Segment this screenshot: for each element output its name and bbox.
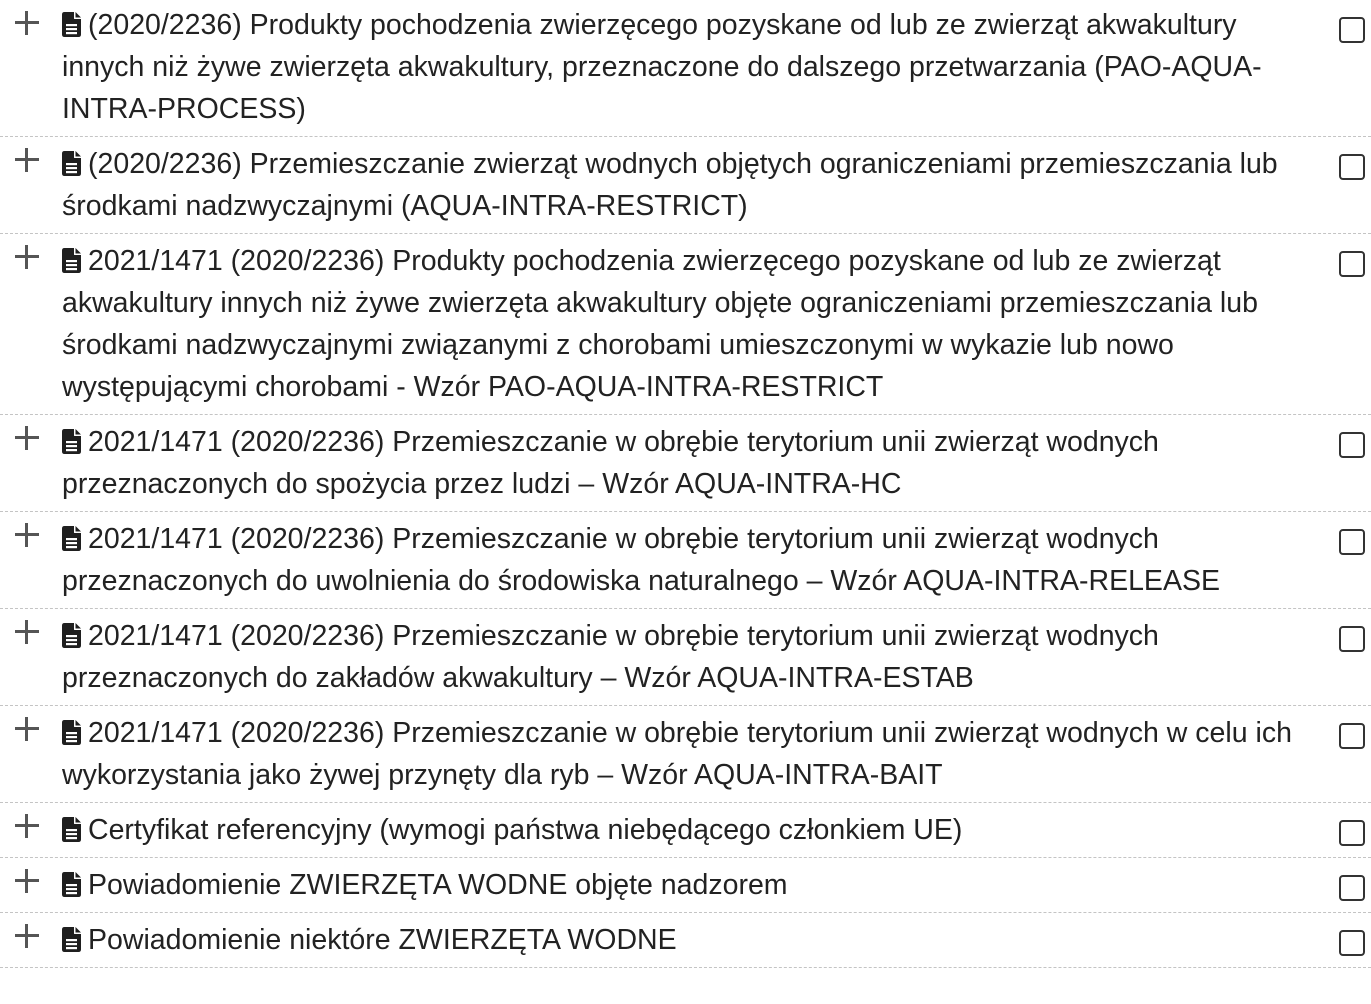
row-checkbox[interactable] (1339, 723, 1365, 749)
file-text-icon (62, 720, 81, 745)
plus-icon[interactable] (12, 714, 42, 744)
row-label: 2021/1471 (2020/2236) Przemieszczanie w … (62, 620, 1159, 694)
file-text-icon (62, 248, 81, 273)
plus-icon[interactable] (12, 242, 42, 272)
tree-row: (2020/2236) Przemieszczanie zwierząt wod… (0, 137, 1371, 234)
row-label: Powiadomienie ZWIERZĘTA WODNE objęte nad… (88, 869, 788, 901)
row-checkbox[interactable] (1339, 875, 1365, 901)
row-checkbox[interactable] (1339, 626, 1365, 652)
row-checkbox[interactable] (1339, 154, 1365, 180)
plus-icon[interactable] (12, 423, 42, 453)
file-text-icon (62, 12, 81, 37)
file-text-icon (62, 526, 81, 551)
row-label: 2021/1471 (2020/2236) Produkty pochodzen… (62, 245, 1258, 403)
plus-icon[interactable] (12, 811, 42, 841)
plus-icon[interactable] (12, 866, 42, 896)
file-text-icon (62, 151, 81, 176)
row-label: 2021/1471 (2020/2236) Przemieszczanie w … (62, 426, 1159, 500)
plus-icon[interactable] (12, 617, 42, 647)
row-checkbox[interactable] (1339, 529, 1365, 555)
row-label: 2021/1471 (2020/2236) Przemieszczanie w … (62, 717, 1292, 791)
tree-row: 2021/1471 (2020/2236) Produkty pochodzen… (0, 234, 1371, 415)
row-label: Certyfikat referencyjny (wymogi państwa … (88, 814, 963, 846)
row-label: Powiadomienie niektóre ZWIERZĘTA WODNE (88, 924, 677, 956)
row-checkbox[interactable] (1339, 17, 1365, 43)
file-text-icon (62, 429, 81, 454)
plus-icon[interactable] (12, 921, 42, 951)
plus-icon[interactable] (12, 145, 42, 175)
row-checkbox[interactable] (1339, 251, 1365, 277)
plus-icon[interactable] (12, 520, 42, 550)
tree-row: 2021/1471 (2020/2236) Przemieszczanie w … (0, 512, 1371, 609)
plus-icon[interactable] (12, 8, 42, 38)
row-checkbox[interactable] (1339, 820, 1365, 846)
tree-row: Powiadomienie niektóre ZWIERZĘTA WODNE (0, 913, 1371, 968)
file-text-icon (62, 872, 81, 897)
file-text-icon (62, 927, 81, 952)
row-checkbox[interactable] (1339, 930, 1365, 956)
file-text-icon (62, 623, 81, 648)
tree-row: 2021/1471 (2020/2236) Przemieszczanie w … (0, 706, 1371, 803)
tree-row: 2021/1471 (2020/2236) Przemieszczanie w … (0, 415, 1371, 512)
row-label: (2020/2236) Przemieszczanie zwierząt wod… (62, 148, 1278, 222)
row-checkbox[interactable] (1339, 432, 1365, 458)
certificate-tree-list: (2020/2236) Produkty pochodzenia zwierzę… (0, 0, 1371, 968)
tree-row: Powiadomienie ZWIERZĘTA WODNE objęte nad… (0, 858, 1371, 913)
file-text-icon (62, 817, 81, 842)
tree-row: (2020/2236) Produkty pochodzenia zwierzę… (0, 0, 1371, 137)
row-label: 2021/1471 (2020/2236) Przemieszczanie w … (62, 523, 1220, 597)
row-label: (2020/2236) Produkty pochodzenia zwierzę… (62, 9, 1262, 125)
tree-row: 2021/1471 (2020/2236) Przemieszczanie w … (0, 609, 1371, 706)
tree-row: Certyfikat referencyjny (wymogi państwa … (0, 803, 1371, 858)
